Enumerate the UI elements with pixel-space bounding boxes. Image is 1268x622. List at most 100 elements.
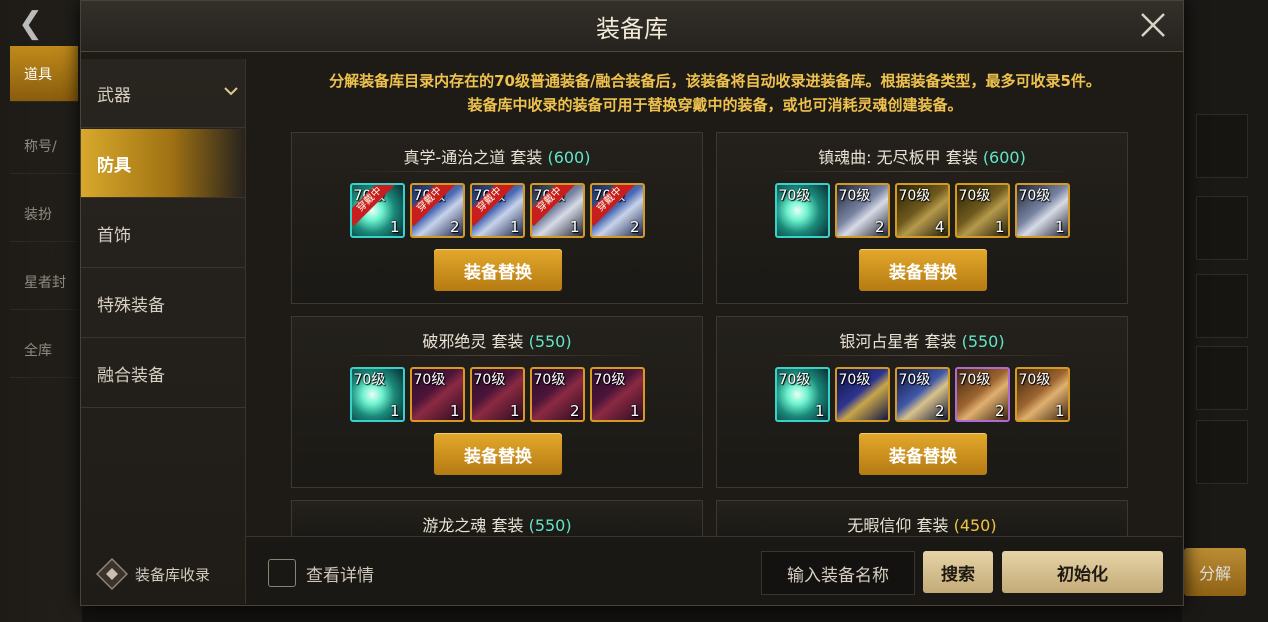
set-items: 70级穿戴中1 70级穿戴中2 70级穿戴中1 70级穿戴中1 70级穿戴中2 xyxy=(292,183,702,238)
item-count: 2 xyxy=(934,402,945,420)
item-level: 70级 xyxy=(533,372,566,388)
set-name: 镇魂曲: 无尽板甲 套装 xyxy=(818,148,983,167)
background-left-panel: ❮ 道具 称号/ 装扮 星者封 全库 xyxy=(0,0,82,622)
equipment-slot[interactable]: 70级 2 xyxy=(894,367,950,422)
bg-slot xyxy=(1196,346,1248,410)
item-level: 70级 xyxy=(593,372,626,388)
item-level: 70级 xyxy=(778,188,811,204)
equipment-slot[interactable]: 70级穿戴中2 xyxy=(589,183,645,238)
item-count: 1 xyxy=(1054,218,1065,236)
sidebar-item-label: 首饰 xyxy=(97,225,131,246)
equipment-slot[interactable]: 70级 4 xyxy=(894,183,950,238)
equipment-slot[interactable]: 70级穿戴中1 xyxy=(469,183,525,238)
equipment-swap-button[interactable]: 装备替换 xyxy=(859,433,987,475)
equipment-slot[interactable]: 70级穿戴中1 xyxy=(349,183,405,238)
set-card: 游龙之魂 套装 (550) xyxy=(291,500,703,538)
item-count: 1 xyxy=(994,218,1005,236)
set-card: 银河占星者 套装 (550) 70级 1 70级 70级 2 70级 2 70级 1 装… xyxy=(716,316,1128,488)
equipment-slot[interactable]: 70级 1 xyxy=(469,367,525,422)
item-count: 1 xyxy=(1054,402,1065,420)
background-right-panel: 分解 xyxy=(1182,0,1268,622)
details-checkbox[interactable] xyxy=(268,559,296,587)
item-count: 1 xyxy=(509,218,520,236)
equipment-slot[interactable]: 70级 1 xyxy=(1014,367,1070,422)
search-button[interactable]: 搜索 xyxy=(923,551,993,593)
set-score: (550) xyxy=(528,332,572,351)
set-items: 70级 1 70级 70级 2 70级 2 70级 1 xyxy=(717,367,1127,422)
bg-tab-label: 全库 xyxy=(24,342,52,359)
bg-tab-label: 装扮 xyxy=(24,206,52,223)
item-level: 70级 xyxy=(1018,372,1051,388)
item-level: 70级 xyxy=(838,188,871,204)
equipment-slot[interactable]: 70级 xyxy=(834,367,890,422)
bg-tab-label: 星者封 xyxy=(24,274,66,291)
equipment-slot[interactable]: 70级 1 xyxy=(349,367,405,422)
equipment-slot[interactable]: 70级 2 xyxy=(954,367,1010,422)
divider xyxy=(342,355,652,356)
bg-divide-button[interactable]: 分解 xyxy=(1184,548,1246,596)
bg-tab-seal[interactable]: 星者封 xyxy=(10,254,78,310)
item-count: 1 xyxy=(629,402,640,420)
equipment-slot[interactable]: 70级 2 xyxy=(834,183,890,238)
equipment-swap-button[interactable]: 装备替换 xyxy=(434,433,562,475)
item-level: 70级 xyxy=(898,372,931,388)
sidebar-item-label: 融合装备 xyxy=(97,365,165,386)
sidebar-item-weapon[interactable]: 武器 xyxy=(81,59,245,128)
set-card: 镇魂曲: 无尽板甲 套装 (600) 70级 70级 2 70级 4 70级 1 70… xyxy=(716,132,1128,304)
item-count: 1 xyxy=(389,218,400,236)
set-score: (450) xyxy=(953,516,997,535)
library-collection-link[interactable]: 装备库收录 xyxy=(95,557,210,591)
set-title: 银河占星者 套装 (550) xyxy=(717,328,1127,352)
item-level: 70级 xyxy=(958,372,991,388)
equipment-slot[interactable]: 70级 1 xyxy=(409,367,465,422)
set-title: 游龙之魂 套装 (550) xyxy=(292,512,702,536)
divider xyxy=(767,171,1077,172)
equipment-slot[interactable]: 70级 xyxy=(774,183,830,238)
equipment-slot[interactable]: 70级穿戴中1 xyxy=(529,183,585,238)
item-count: 2 xyxy=(449,218,460,236)
back-arrow-icon[interactable]: ❮ xyxy=(18,6,43,41)
item-count: 1 xyxy=(569,218,580,236)
sidebar-item-armor[interactable]: 防具 xyxy=(81,129,245,198)
set-score: (600) xyxy=(547,148,591,167)
equipment-swap-button[interactable]: 装备替换 xyxy=(859,249,987,291)
set-score: (550) xyxy=(961,332,1005,351)
set-score: (600) xyxy=(982,148,1026,167)
item-level: 70级 xyxy=(958,188,991,204)
item-level: 70级 xyxy=(473,372,506,388)
equipment-slot[interactable]: 70级穿戴中2 xyxy=(409,183,465,238)
sidebar-item-accessory[interactable]: 首饰 xyxy=(81,199,245,268)
bg-tab-title[interactable]: 称号/ xyxy=(10,118,78,174)
item-level: 70级 xyxy=(898,188,931,204)
reset-button[interactable]: 初始化 xyxy=(1002,551,1163,593)
sidebar-item-special[interactable]: 特殊装备 xyxy=(81,269,245,338)
bg-tab-costume[interactable]: 装扮 xyxy=(10,186,78,242)
equipment-slot[interactable]: 70级 1 xyxy=(1014,183,1070,238)
sidebar-item-label: 武器 xyxy=(97,85,131,106)
sidebar-item-label: 特殊装备 xyxy=(97,295,165,316)
sidebar-item-fusion[interactable]: 融合装备 xyxy=(81,339,245,408)
item-count: 1 xyxy=(389,402,400,420)
item-count: 2 xyxy=(629,218,640,236)
bg-tab-all[interactable]: 全库 xyxy=(10,322,78,378)
set-title: 镇魂曲: 无尽板甲 套装 (600) xyxy=(717,144,1127,168)
sidebar-item-label: 防具 xyxy=(97,155,131,176)
library-collection-label: 装备库收录 xyxy=(135,565,211,584)
equipment-slot[interactable]: 70级 1 xyxy=(589,367,645,422)
equipment-slot[interactable]: 70级 2 xyxy=(529,367,585,422)
item-count: 1 xyxy=(449,402,460,420)
item-level: 70级 xyxy=(353,372,386,388)
close-icon[interactable] xyxy=(1139,11,1167,39)
equipment-swap-button[interactable]: 装备替换 xyxy=(434,249,562,291)
item-level: 70级 xyxy=(838,372,871,388)
set-score: (550) xyxy=(528,516,572,535)
bg-tab-items[interactable]: 道具 xyxy=(10,46,78,102)
set-name: 游龙之魂 套装 xyxy=(422,516,529,535)
set-title: 真学-通治之道 套装 (600) xyxy=(292,144,702,168)
details-label: 查看详情 xyxy=(306,566,374,586)
notice-line-2: 装备库中收录的装备可用于替换穿戴中的装备，或也可消耗灵魂创建装备。 xyxy=(467,96,963,114)
set-items: 70级 1 70级 1 70级 1 70级 2 70级 1 xyxy=(292,367,702,422)
equipment-slot[interactable]: 70级 1 xyxy=(774,367,830,422)
equipment-slot[interactable]: 70级 1 xyxy=(954,183,1010,238)
equipment-search-input[interactable]: 输入装备名称 xyxy=(761,551,915,595)
